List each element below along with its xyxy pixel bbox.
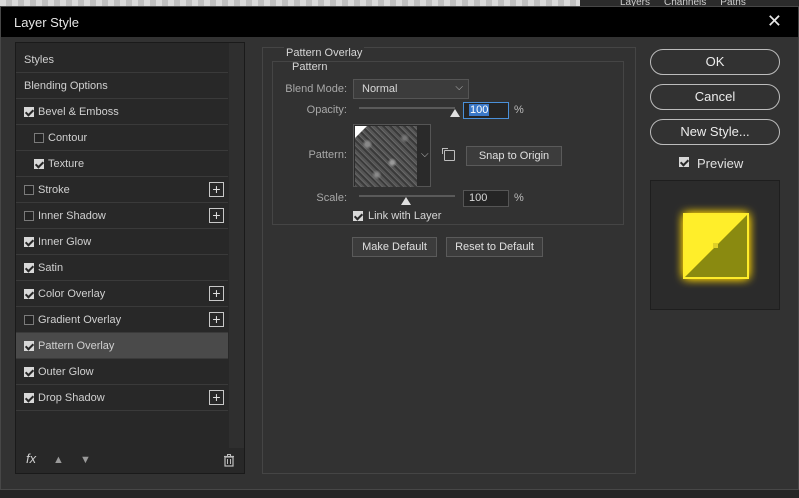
blend-mode-value: Normal [362, 83, 398, 95]
style-item-satin[interactable]: Satin [16, 255, 228, 281]
move-up-icon[interactable]: ▲ [53, 454, 64, 466]
add-effect-icon[interactable]: + [209, 312, 224, 327]
pattern-corner-icon [355, 126, 367, 138]
style-item-label: Bevel & Emboss [38, 106, 119, 118]
add-effect-icon[interactable]: + [209, 182, 224, 197]
style-checkbox[interactable] [24, 211, 34, 221]
style-item-blending-options[interactable]: Blending Options [16, 73, 228, 99]
style-checkbox[interactable] [24, 185, 34, 195]
style-item-gradient-overlay[interactable]: Gradient Overlay + [16, 307, 228, 333]
pattern-label: Pattern: [308, 149, 347, 161]
add-effect-icon[interactable]: + [209, 208, 224, 223]
opacity-label: Opacity: [306, 104, 347, 116]
style-item-label: Pattern Overlay [38, 340, 115, 352]
style-item-contour[interactable]: Contour [16, 125, 228, 151]
scale-slider-thumb[interactable] [401, 197, 411, 205]
style-checkbox[interactable] [24, 107, 34, 117]
style-checkbox[interactable] [24, 237, 34, 247]
dialog-title: Layer Style [14, 15, 80, 30]
styles-list-footer: fx ▲ ▼ [16, 449, 244, 473]
new-preset-icon[interactable] [442, 148, 455, 161]
styles-list: Styles Blending Options Bevel & Emboss Cont… [15, 42, 245, 474]
style-item-stroke[interactable]: Stroke + [16, 177, 228, 203]
style-item-label: Inner Shadow [38, 210, 106, 222]
style-item-label: Outer Glow [38, 366, 94, 378]
close-icon[interactable]: ✕ [767, 12, 782, 30]
group-title: Pattern [292, 61, 328, 73]
ok-button[interactable]: OK [650, 49, 780, 75]
chevron-down-icon: ⌵ [455, 82, 463, 93]
style-checkbox[interactable] [24, 263, 34, 273]
style-item-inner-shadow[interactable]: Inner Shadow + [16, 203, 228, 229]
style-item-label: Styles [24, 54, 54, 66]
pattern-picker[interactable]: ⌵ [353, 124, 431, 187]
style-item-label: Inner Glow [38, 236, 92, 248]
style-item-label: Contour [48, 132, 88, 144]
link-with-layer-label: Link with Layer [368, 210, 442, 222]
style-item-label: Drop Shadow [38, 392, 105, 404]
preview-swatch-icon [683, 213, 749, 279]
style-item-pattern-overlay[interactable]: Pattern Overlay [16, 333, 228, 359]
snap-to-origin-button[interactable]: Snap to Origin [466, 146, 562, 166]
style-checkbox[interactable] [24, 315, 34, 325]
opacity-input[interactable]: 100 [463, 102, 509, 119]
new-style-button[interactable]: New Style... [650, 119, 780, 145]
scale-input[interactable]: 100 [463, 190, 509, 207]
blend-mode-select[interactable]: Normal ⌵ [353, 79, 469, 99]
link-with-layer-checkbox[interactable] [353, 211, 363, 221]
trash-icon[interactable] [223, 454, 235, 470]
opacity-slider-thumb[interactable] [450, 109, 460, 117]
cancel-button[interactable]: Cancel [650, 84, 780, 110]
style-item-label: Blending Options [24, 80, 108, 92]
preview-label: Preview [697, 156, 744, 171]
reset-to-default-button[interactable]: Reset to Default [446, 237, 543, 257]
section-title: Pattern Overlay [284, 47, 365, 59]
blend-mode-label: Blend Mode: [285, 83, 347, 95]
styles-list-scrollbar[interactable] [229, 43, 244, 448]
opacity-slider[interactable] [359, 107, 455, 109]
title-bar: Layer Style ✕ [1, 7, 798, 37]
make-default-button[interactable]: Make Default [352, 237, 437, 257]
style-item-label: Color Overlay [38, 288, 106, 300]
style-item-label: Satin [38, 262, 64, 274]
add-effect-icon[interactable]: + [209, 390, 224, 405]
style-checkbox[interactable] [34, 133, 44, 143]
style-item-label: Texture [48, 158, 85, 170]
style-item-drop-shadow[interactable]: Drop Shadow + [16, 385, 228, 411]
style-checkbox[interactable] [24, 289, 34, 299]
move-down-icon[interactable]: ▼ [80, 454, 91, 466]
style-item-outer-glow[interactable]: Outer Glow [16, 359, 228, 385]
style-item-label: Stroke [38, 184, 70, 196]
style-item-styles[interactable]: Styles [16, 47, 228, 73]
style-preview [650, 180, 780, 310]
style-checkbox[interactable] [24, 367, 34, 377]
style-item-texture[interactable]: Texture [16, 151, 228, 177]
style-checkbox[interactable] [24, 341, 34, 351]
style-item-bevel-emboss[interactable]: Bevel & Emboss [16, 99, 228, 125]
chevron-down-icon[interactable]: ⌵ [421, 149, 429, 160]
scale-label: Scale: [316, 192, 347, 204]
style-item-inner-glow[interactable]: Inner Glow [16, 229, 228, 255]
opacity-percent: % [514, 104, 524, 116]
style-checkbox[interactable] [34, 159, 44, 169]
add-effect-icon[interactable]: + [209, 286, 224, 301]
fx-icon[interactable]: fx [26, 451, 36, 466]
scale-percent: % [514, 192, 524, 204]
style-item-label: Gradient Overlay [38, 314, 122, 326]
style-item-color-overlay[interactable]: Color Overlay + [16, 281, 228, 307]
style-checkbox[interactable] [24, 393, 34, 403]
preview-checkbox[interactable] [679, 157, 689, 167]
